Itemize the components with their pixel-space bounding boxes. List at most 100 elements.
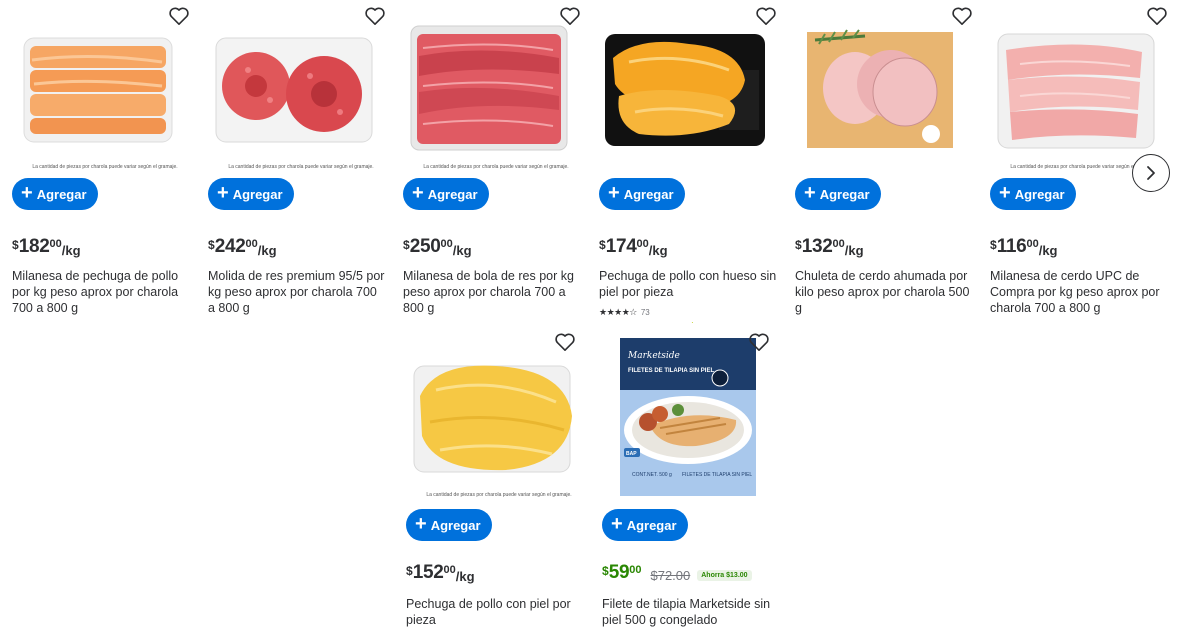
- plus-icon: +: [999, 182, 1011, 204]
- plus-icon: +: [415, 513, 427, 535]
- price-cents: 00: [49, 238, 62, 250]
- price-integer: 174: [605, 236, 637, 257]
- favorite-heart-icon[interactable]: [554, 332, 576, 352]
- product-title[interactable]: Pechuga de pollo con piel por pieza: [406, 596, 584, 628]
- sale-price: $ 59 00 $72.00 Ahorra $13.00: [602, 562, 752, 584]
- add-to-cart-button[interactable]: + Agregar: [990, 178, 1076, 210]
- favorite-heart-icon[interactable]: [748, 332, 770, 352]
- product-image[interactable]: Marketside FILETES DE TILAPIA SIN PIEL B…: [620, 338, 756, 496]
- price-unit: /kg: [844, 243, 864, 258]
- add-button-label: Agregar: [626, 517, 677, 533]
- price-currency: $: [795, 238, 802, 252]
- price-cents: 00: [245, 238, 258, 250]
- product-title[interactable]: Molida de res premium 95/5 por kg peso a…: [208, 268, 386, 316]
- price-currency: $: [12, 238, 19, 252]
- product-title[interactable]: Pechuga de pollo con hueso sin piel por …: [599, 268, 777, 300]
- price-unit: /kg: [1038, 243, 1058, 258]
- package-subtitle: FILETES DE TILAPIA SIN PIEL: [682, 472, 752, 478]
- package-title: FILETES DE TILAPIA SIN PIEL: [628, 368, 714, 374]
- price-integer: 242: [214, 236, 246, 257]
- price: $ 152 00 /kg: [406, 562, 475, 584]
- price: $ 242 00 /kg: [208, 236, 277, 258]
- chevron-right-icon: [1147, 166, 1155, 180]
- product-card[interactable]: La cantidad de piezas por charola puede …: [208, 0, 394, 330]
- package-badge: BAP: [626, 451, 637, 457]
- price-currency: $: [406, 564, 413, 578]
- rating-count: 73: [640, 308, 650, 317]
- product-card[interactable]: Marketside FILETES DE TILAPIA SIN PIEL B…: [602, 326, 788, 644]
- add-button-label: Agregar: [36, 186, 87, 202]
- price-integer: 116: [996, 236, 1027, 257]
- favorite-heart-icon[interactable]: [168, 6, 190, 26]
- package-net-weight: CONT.NET. 500 g: [632, 472, 672, 478]
- price-integer: 250: [409, 236, 441, 257]
- price-cents: 00: [629, 564, 642, 576]
- disclaimer-text: La cantidad de piezas por charola puede …: [32, 164, 178, 170]
- plus-icon: +: [412, 182, 424, 204]
- carousel-next-button[interactable]: [1132, 154, 1170, 192]
- product-card[interactable]: + Agregar $ 132 00 /kg Chuleta de cerdo …: [795, 0, 981, 330]
- add-button-label: Agregar: [427, 186, 478, 202]
- product-title[interactable]: Chuleta de cerdo ahumada por kilo peso a…: [795, 268, 973, 316]
- package-brand: Marketside: [627, 351, 680, 361]
- price-cents: 00: [1026, 238, 1039, 250]
- price-currency: $: [602, 564, 609, 578]
- favorite-heart-icon[interactable]: [755, 6, 777, 26]
- favorite-heart-icon[interactable]: [364, 6, 386, 26]
- price-currency: $: [208, 238, 215, 252]
- decorative-dot: ·: [691, 318, 694, 327]
- product-title[interactable]: Filete de tilapia Marketside sin piel 50…: [602, 596, 780, 628]
- add-button-label: Agregar: [1014, 186, 1065, 202]
- price: $ 250 00 /kg: [403, 236, 472, 258]
- disclaimer-text: La cantidad de piezas por charola puede …: [228, 164, 374, 170]
- add-to-cart-button[interactable]: + Agregar: [602, 509, 688, 541]
- price-unit: /kg: [452, 243, 472, 258]
- price-currency: $: [990, 238, 997, 252]
- add-button-label: Agregar: [623, 186, 674, 202]
- plus-icon: +: [804, 182, 816, 204]
- price-integer: 182: [18, 236, 50, 257]
- price-cents: 00: [443, 564, 456, 576]
- product-title[interactable]: Milanesa de pechuga de pollo por kg peso…: [12, 268, 190, 316]
- favorite-heart-icon[interactable]: [1146, 6, 1168, 26]
- product-card[interactable]: La cantidad de piezas por charola puede …: [403, 0, 589, 330]
- product-title[interactable]: Milanesa de cerdo UPC de Compra por kg p…: [990, 268, 1168, 316]
- product-card[interactable]: La cantidad de piezas por charola puede …: [406, 326, 592, 644]
- favorite-heart-icon[interactable]: [951, 6, 973, 26]
- star-rating-icon: ★★★★☆: [599, 307, 637, 317]
- price-unit: /kg: [61, 243, 81, 258]
- add-to-cart-button[interactable]: + Agregar: [208, 178, 294, 210]
- price-unit: /kg: [257, 243, 277, 258]
- price: $ 174 00 /kg: [599, 236, 668, 258]
- price: $ 116 00 /kg: [990, 236, 1058, 258]
- product-card[interactable]: La cantidad de piezas por charola puede …: [12, 0, 198, 330]
- savings-badge: Ahorra $13.00: [697, 570, 752, 581]
- price-integer: 132: [801, 236, 833, 257]
- product-card[interactable]: + Agregar $ 174 00 /kg Pechuga de pollo …: [599, 0, 785, 330]
- price: $ 132 00 /kg: [795, 236, 864, 258]
- add-button-label: Agregar: [232, 186, 283, 202]
- product-title[interactable]: Milanesa de bola de res por kg peso apro…: [403, 268, 581, 316]
- price: $ 182 00 /kg: [12, 236, 81, 258]
- favorite-heart-icon[interactable]: [559, 6, 581, 26]
- rating[interactable]: ★★★★☆ 73: [599, 307, 650, 318]
- price-currency: $: [403, 238, 410, 252]
- plus-icon: +: [611, 513, 623, 535]
- plus-icon: +: [608, 182, 620, 204]
- price-currency: $: [599, 238, 606, 252]
- add-to-cart-button[interactable]: + Agregar: [795, 178, 881, 210]
- plus-icon: +: [217, 182, 229, 204]
- add-to-cart-button[interactable]: + Agregar: [12, 178, 98, 210]
- price-cents: 00: [636, 238, 649, 250]
- add-to-cart-button[interactable]: + Agregar: [403, 178, 489, 210]
- add-to-cart-button[interactable]: + Agregar: [406, 509, 492, 541]
- price-unit: /kg: [648, 243, 668, 258]
- price-cents: 00: [832, 238, 845, 250]
- was-price: $72.00: [650, 568, 691, 583]
- price-integer: 59: [608, 562, 630, 583]
- price-cents: 00: [440, 238, 453, 250]
- price-integer: 152: [412, 562, 444, 583]
- add-button-label: Agregar: [819, 186, 870, 202]
- add-to-cart-button[interactable]: + Agregar: [599, 178, 685, 210]
- add-button-label: Agregar: [430, 517, 481, 533]
